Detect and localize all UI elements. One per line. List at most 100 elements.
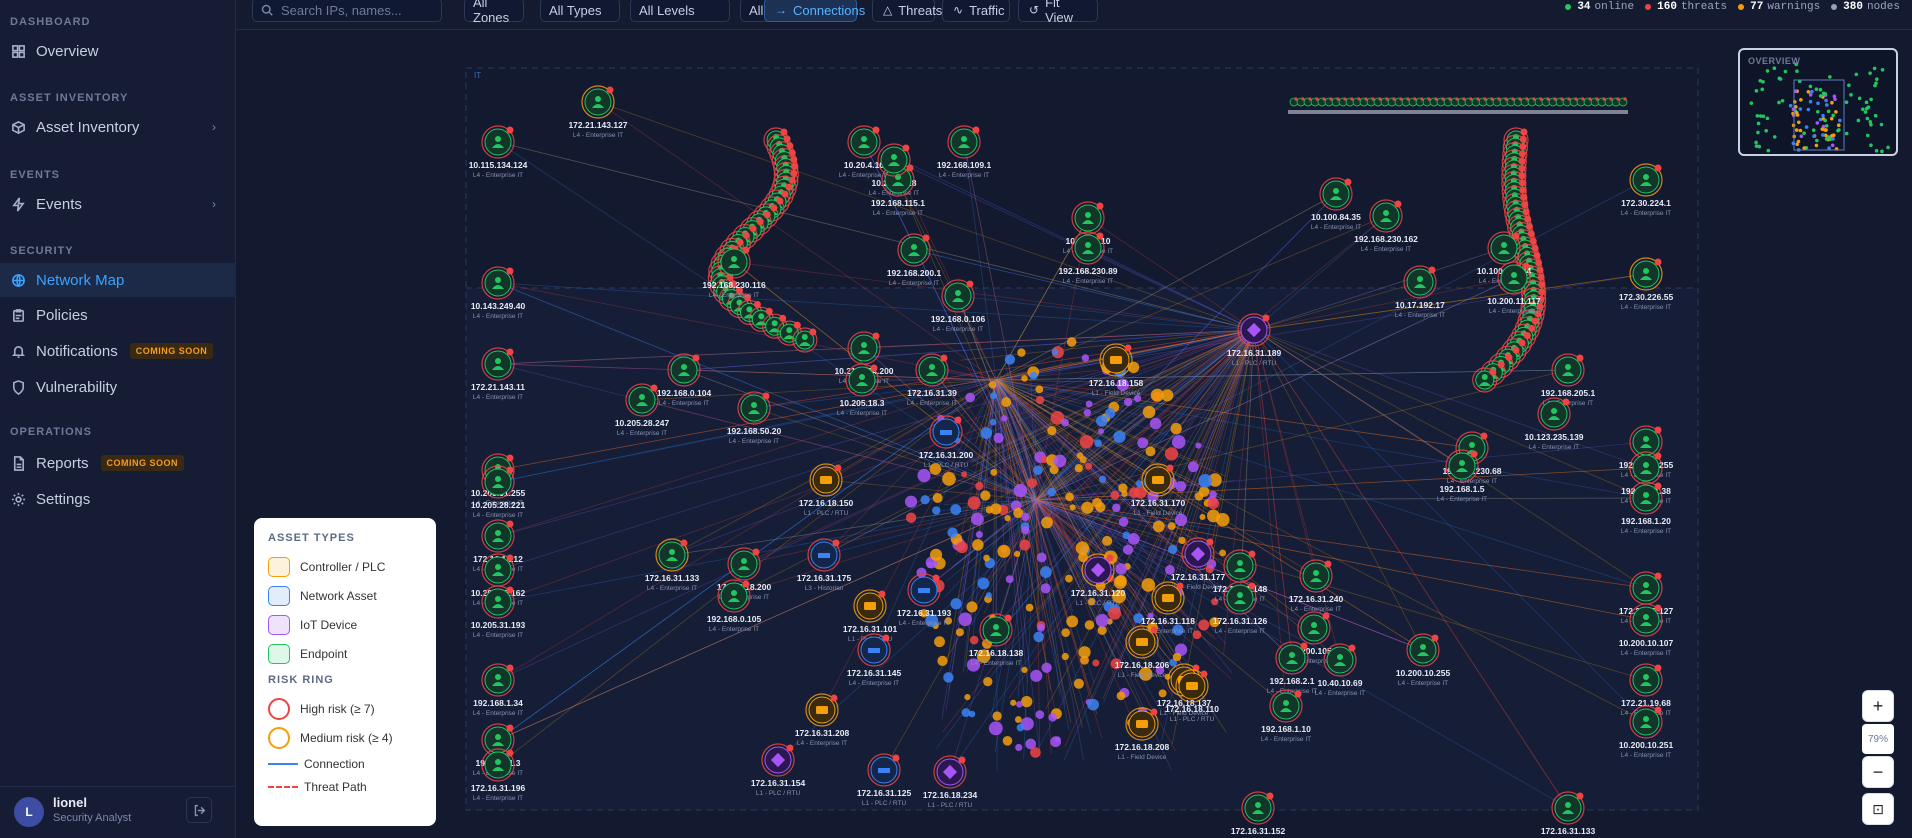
map-node[interactable] [1629, 163, 1663, 197]
type-filter[interactable]: All Types [540, 0, 620, 22]
cluster-node[interactable] [1095, 613, 1109, 627]
cluster-node[interactable] [1078, 646, 1091, 659]
cluster-node[interactable] [1065, 492, 1074, 502]
map-node[interactable] [1275, 641, 1309, 675]
cluster-node[interactable] [1168, 544, 1178, 554]
cluster-node[interactable] [1041, 516, 1053, 529]
cluster-node[interactable] [1060, 418, 1069, 427]
cluster-node[interactable] [926, 561, 933, 569]
cluster-node[interactable] [1047, 487, 1057, 497]
map-node[interactable] [1487, 231, 1521, 265]
cluster-node[interactable] [942, 472, 956, 486]
sidebar-item-vulnerability[interactable]: Vulnerability [0, 370, 236, 404]
cluster-node[interactable] [1073, 678, 1084, 689]
map-node[interactable] [1319, 177, 1353, 211]
cluster-node[interactable] [1158, 689, 1167, 698]
cluster-node[interactable] [1085, 462, 1093, 470]
cluster-node[interactable] [1065, 574, 1073, 583]
cluster-node[interactable] [1061, 628, 1071, 637]
sidebar-item-asset-inventory[interactable]: Asset Inventory › [0, 110, 236, 144]
map-node[interactable] [481, 519, 515, 553]
cluster-node[interactable] [950, 598, 962, 610]
cluster-node[interactable] [997, 544, 1011, 558]
map-node[interactable] [897, 233, 931, 267]
map-node[interactable] [481, 585, 515, 619]
map-node[interactable] [847, 331, 881, 365]
cluster-node[interactable] [1097, 428, 1105, 435]
cluster-node[interactable] [1035, 395, 1045, 405]
cluster-node[interactable] [1027, 478, 1038, 489]
cluster-node[interactable] [980, 427, 993, 439]
cluster-node[interactable] [932, 506, 941, 515]
map-node[interactable] [481, 663, 515, 697]
map-node[interactable] [845, 363, 879, 397]
map-node[interactable] [1071, 231, 1105, 265]
map-node[interactable] [1181, 537, 1215, 571]
cluster-node[interactable] [1083, 409, 1092, 417]
cluster-node[interactable] [956, 541, 968, 554]
cluster-node[interactable] [969, 635, 979, 645]
connections-toggle[interactable]: → Connections [764, 0, 865, 22]
logout-button[interactable] [186, 797, 212, 823]
cluster-node[interactable] [1172, 652, 1182, 662]
cluster-node[interactable] [1051, 348, 1059, 356]
cluster-node[interactable] [916, 567, 927, 578]
map-node[interactable] [655, 538, 689, 572]
map-node[interactable] [481, 465, 515, 499]
cluster-node[interactable] [977, 577, 990, 590]
cluster-node[interactable] [1035, 710, 1045, 719]
cluster-node[interactable] [1001, 397, 1012, 408]
map-node[interactable] [947, 125, 981, 159]
map-node[interactable] [1237, 313, 1271, 347]
cluster-node[interactable] [904, 495, 918, 508]
cluster-node[interactable] [1048, 712, 1057, 722]
cluster-node[interactable] [1219, 549, 1227, 557]
cluster-node[interactable] [1094, 439, 1102, 447]
map-node[interactable] [867, 753, 901, 787]
cluster-node[interactable] [1036, 552, 1047, 563]
cluster-node[interactable] [1198, 474, 1213, 488]
map-node[interactable] [481, 553, 515, 587]
traffic-toggle[interactable]: ∿ Traffic [942, 0, 1010, 22]
cluster-node[interactable] [947, 527, 958, 538]
minimap[interactable]: OVERVIEW [1738, 48, 1898, 156]
cluster-node[interactable] [1021, 512, 1030, 522]
cluster-node[interactable] [980, 490, 991, 501]
cluster-node[interactable] [990, 392, 998, 400]
map-node[interactable] [667, 353, 701, 387]
map-node[interactable] [807, 538, 841, 572]
cluster-node[interactable] [1108, 606, 1122, 620]
threats-toggle[interactable]: △ Threats [872, 0, 942, 22]
cluster-node[interactable] [1019, 539, 1031, 551]
cluster-node[interactable] [1021, 695, 1033, 708]
cluster-node[interactable] [1187, 461, 1199, 473]
cluster-node[interactable] [1076, 452, 1084, 459]
map-node[interactable] [1629, 705, 1663, 739]
cluster-node[interactable] [1121, 490, 1128, 497]
map-node[interactable] [1175, 669, 1209, 703]
cluster-node[interactable] [1016, 723, 1025, 732]
map-node[interactable] [1551, 353, 1585, 387]
cluster-node[interactable] [1087, 698, 1099, 711]
cluster-node[interactable] [955, 628, 964, 637]
cluster-node[interactable] [1047, 426, 1057, 436]
cluster-node[interactable] [972, 539, 984, 551]
cluster-node[interactable] [1112, 503, 1121, 512]
map-node[interactable] [1125, 625, 1159, 659]
cluster-node[interactable] [1075, 541, 1089, 555]
cluster-node[interactable] [950, 504, 962, 515]
cluster-node[interactable] [1149, 417, 1162, 430]
cluster-node[interactable] [1207, 509, 1220, 523]
map-node[interactable] [1472, 367, 1498, 393]
cluster-node[interactable] [1097, 625, 1107, 635]
cluster-node[interactable] [930, 548, 943, 561]
map-node[interactable] [481, 266, 515, 300]
cluster-node[interactable] [934, 636, 945, 648]
cluster-node[interactable] [1092, 659, 1100, 667]
cluster-node[interactable] [1178, 536, 1186, 545]
cluster-node[interactable] [990, 468, 998, 476]
map-node[interactable] [929, 415, 963, 449]
cluster-node[interactable] [1001, 415, 1008, 422]
sidebar-item-events[interactable]: Events › [0, 187, 236, 221]
sidebar-item-policies[interactable]: Policies [0, 298, 236, 332]
